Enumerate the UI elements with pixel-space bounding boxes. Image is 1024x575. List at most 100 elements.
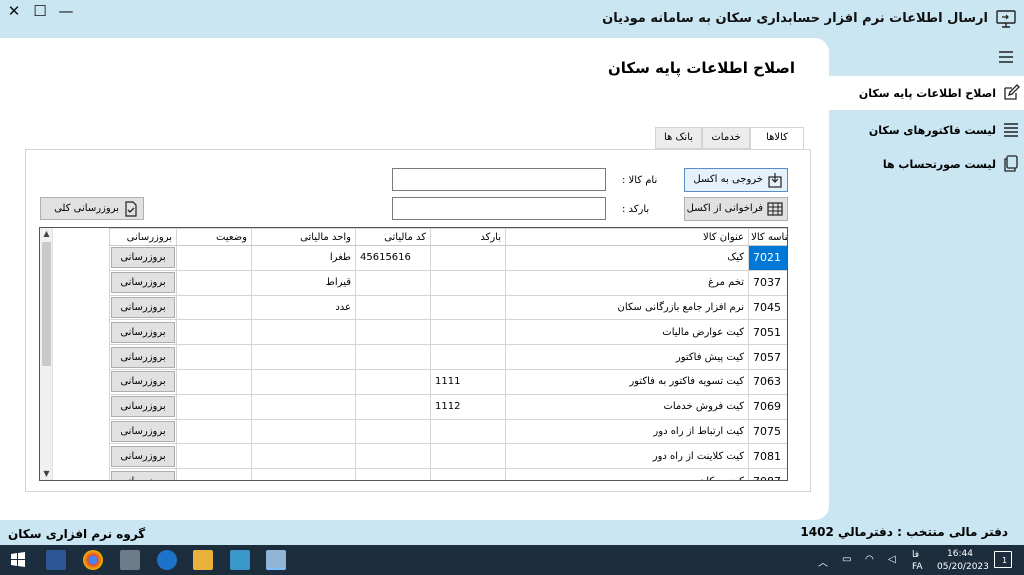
table-row[interactable]: ▶7021کیک45615616طغرابروزرسانی	[109, 245, 787, 271]
barcode-input[interactable]	[392, 197, 606, 220]
cell-tax-code[interactable]	[355, 294, 431, 321]
cell-title[interactable]: کیت ارتباط از راه دور	[505, 418, 749, 445]
cell-tax-unit[interactable]	[251, 443, 356, 470]
network-icon[interactable]: ◠	[865, 554, 874, 565]
cell-title[interactable]: کیت عوارض مالیات	[505, 319, 749, 346]
clock-time[interactable]: 16:44	[947, 549, 973, 559]
cell-barcode[interactable]	[430, 319, 506, 346]
cell-barcode[interactable]: 1111	[430, 368, 506, 395]
cell-tax-code[interactable]	[355, 443, 431, 470]
notes-icon[interactable]	[230, 550, 250, 570]
column-header[interactable]: کد مالیاتی	[355, 228, 431, 246]
cell-barcode[interactable]	[430, 468, 506, 480]
row-update-button[interactable]: بروزرسانی	[111, 272, 175, 294]
scroll-up-icon[interactable]: ▲	[40, 228, 53, 240]
cell-barcode[interactable]	[430, 418, 506, 445]
cell-code[interactable]: 7081	[748, 443, 787, 470]
vertical-scrollbar[interactable]: ▲ ▼	[40, 228, 53, 480]
file-explorer-icon[interactable]	[193, 550, 213, 570]
cell-barcode[interactable]	[430, 344, 506, 370]
table-row[interactable]: 7045 نرم افزار جامع بازرگانی سکان عدد بروزر…	[109, 294, 787, 321]
cell-tax-unit[interactable]	[251, 368, 356, 395]
import-excel-button[interactable]: فراخوانی از اکسل	[684, 197, 788, 221]
column-header[interactable]: وضعیت	[176, 228, 252, 246]
minimize-button[interactable]: —	[56, 3, 76, 19]
cell-title[interactable]: کیت پیش فاکتور	[505, 344, 749, 370]
clock-date[interactable]: 05/20/2023	[937, 562, 989, 572]
cell-title[interactable]: کیت سکان	[505, 468, 749, 480]
scroll-thumb[interactable]	[42, 242, 51, 366]
cell-barcode[interactable]	[430, 269, 506, 296]
cell-status[interactable]	[176, 245, 252, 271]
cell-code[interactable]: 7087	[748, 468, 787, 480]
table-row[interactable]: 7063 کیت تسویه فاکتور به فاکتور 1111 بروزرس…	[109, 368, 787, 395]
row-update-button[interactable]: بروزرسانی	[111, 470, 175, 480]
cell-title[interactable]: کیک	[505, 245, 749, 271]
cell-status[interactable]	[176, 443, 252, 470]
cell-status[interactable]	[176, 368, 252, 395]
cell-title[interactable]: کیت کلاینت از راه دور	[505, 443, 749, 470]
cell-tax-code[interactable]	[355, 393, 431, 420]
cell-tax-code[interactable]	[355, 319, 431, 346]
row-update-button[interactable]: بروزرسانی	[111, 420, 175, 442]
tray-chevron-icon[interactable]: ︿	[818, 554, 828, 569]
tab-goods[interactable]: کالاها	[750, 127, 804, 150]
sidebar-item-invoices[interactable]: لیست فاکتورهای سکان	[828, 113, 1024, 147]
table-row[interactable]: 7075 کیت ارتباط از راه دور بروزرسانی	[109, 418, 787, 445]
sakan-app-icon[interactable]	[266, 550, 286, 570]
cell-tax-code[interactable]: 45615616	[355, 245, 431, 271]
cell-code[interactable]: 7045	[748, 294, 787, 321]
cell-code[interactable]: 7075	[748, 418, 787, 445]
windows-start-icon[interactable]	[8, 550, 28, 570]
cell-status[interactable]	[176, 393, 252, 420]
cell-status[interactable]	[176, 294, 252, 321]
app-icon[interactable]	[157, 550, 177, 570]
cell-code[interactable]: 7051	[748, 319, 787, 346]
table-row[interactable]: 7037 تخم مرغ قیراط بروزرسانی	[109, 269, 787, 296]
cell-barcode[interactable]: 1112	[430, 393, 506, 420]
tab-services[interactable]: خدمات	[702, 127, 750, 149]
battery-icon[interactable]: ▭	[842, 554, 851, 565]
cell-status[interactable]	[176, 344, 252, 370]
cell-status[interactable]	[176, 418, 252, 445]
row-update-button[interactable]: بروزرسانی	[111, 371, 175, 393]
calculator-icon[interactable]	[120, 550, 140, 570]
cell-barcode[interactable]	[430, 294, 506, 321]
cell-code[interactable]: 7057	[748, 344, 787, 370]
cell-tax-unit[interactable]	[251, 468, 356, 480]
sidebar-item-edit-base-info[interactable]: اصلاح اطلاعات پایه سکان	[828, 76, 1024, 110]
cell-status[interactable]	[176, 269, 252, 296]
row-update-button[interactable]: بروزرسانی	[111, 321, 175, 343]
cell-title[interactable]: کیت تسویه فاکتور به فاکتور	[505, 368, 749, 395]
cell-title[interactable]: نرم افزار جامع بازرگانی سکان	[505, 294, 749, 321]
column-header[interactable]: عنوان کالا	[505, 228, 749, 246]
cell-tax-unit[interactable]: عدد	[251, 294, 356, 321]
volume-icon[interactable]: ◁	[888, 554, 896, 565]
scroll-down-icon[interactable]: ▼	[40, 468, 53, 480]
cell-status[interactable]	[176, 319, 252, 346]
cell-title[interactable]: تخم مرغ	[505, 269, 749, 296]
row-update-button[interactable]: بروزرسانی	[111, 346, 175, 368]
table-row[interactable]: 7087کیت سکان بروزرسانی	[109, 468, 787, 480]
export-excel-button[interactable]: خروجی به اکسل	[684, 168, 788, 192]
cell-code[interactable]: 7063	[748, 368, 787, 395]
cell-tax-unit[interactable]	[251, 319, 356, 346]
maximize-button[interactable]: ☐	[30, 3, 50, 19]
cell-tax-unit[interactable]	[251, 393, 356, 420]
cell-barcode[interactable]	[430, 245, 506, 271]
table-row[interactable]: 7069 کیت فروش خدمات 1112 بروزرسانی	[109, 393, 787, 420]
language-code[interactable]: FA	[912, 562, 923, 572]
notification-icon[interactable]: 1	[994, 551, 1012, 568]
cell-code[interactable]: 7069	[748, 393, 787, 420]
table-row[interactable]: 7051 کیت عوارض مالیات بروزرسانی	[109, 319, 787, 346]
cell-tax-code[interactable]	[355, 269, 431, 296]
tab-banks[interactable]: بانک ها	[655, 127, 702, 149]
sidebar-item-bills[interactable]: لیست صورتحساب ها	[828, 147, 1024, 181]
cell-status[interactable]	[176, 468, 252, 480]
close-button[interactable]: ✕	[4, 3, 24, 19]
cell-tax-unit[interactable]	[251, 344, 356, 370]
language-fa[interactable]: فا	[912, 550, 919, 560]
cell-title[interactable]: کیت فروش خدمات	[505, 393, 749, 420]
product-name-input[interactable]	[392, 168, 606, 191]
column-header[interactable]: بارکد	[430, 228, 506, 246]
